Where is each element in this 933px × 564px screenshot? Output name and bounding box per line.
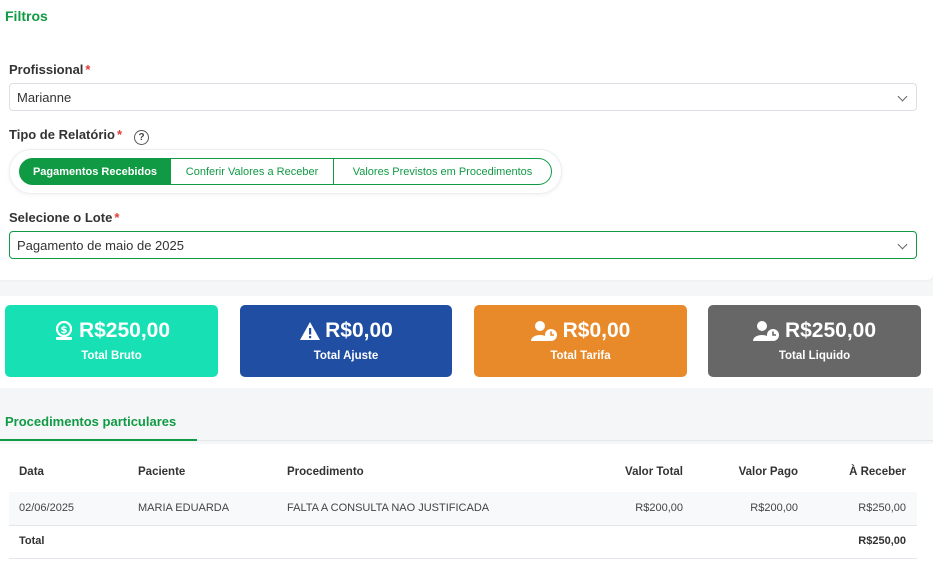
summary-cards: $ R$250,00 Total Bruto R$0,00 Total Ajus… — [0, 296, 933, 388]
required-marker: * — [116, 127, 122, 142]
column-header-valor-pago: Valor Pago — [738, 466, 798, 478]
chevron-down-icon — [897, 91, 908, 102]
tipo-relatorio-label-text: Tipo de Relatório — [9, 127, 115, 142]
lote-select[interactable]: Pagamento de maio de 2025 — [9, 231, 917, 259]
column-header-valor-total: Valor Total — [625, 466, 683, 478]
profissional-select-value: Marianne — [17, 89, 72, 105]
cell-valor-pago: R$200,00 — [750, 502, 798, 514]
total-divider — [9, 558, 917, 559]
money-bag-icon: $ — [55, 320, 73, 340]
total-ajuste-value: R$0,00 — [325, 319, 393, 342]
lote-label-text: Selecione o Lote — [9, 210, 113, 225]
column-header-procedimento: Procedimento — [287, 466, 364, 478]
cell-procedimento: FALTA A CONSULTA NAO JUSTIFICADA — [287, 502, 490, 514]
tipo-relatorio-label: Tipo de Relatório * — [9, 127, 122, 142]
total-bruto-card: $ R$250,00 Total Bruto — [5, 305, 218, 377]
filters-card: Filtros Profissional * Marianne Tipo de R… — [0, 0, 933, 280]
total-liquido-label: Total Liquido — [778, 350, 851, 362]
warning-icon — [300, 322, 321, 340]
chevron-down-icon — [897, 239, 908, 250]
required-marker: * — [85, 62, 91, 77]
cell-valor-total: R$200,00 — [635, 502, 683, 514]
total-tarifa-label: Total Tarifa — [550, 350, 611, 362]
total-bruto-label: Total Bruto — [81, 350, 142, 362]
required-marker: * — [114, 210, 120, 225]
cell-paciente: MARIA EDUARDA — [138, 502, 230, 514]
lote-select-value: Pagamento de maio de 2025 — [17, 237, 184, 253]
active-tab-indicator — [0, 439, 197, 441]
report-type-segment: Pagamentos Recebidos Conferir Valores a … — [19, 158, 552, 185]
total-row-value: R$250,00 — [858, 535, 906, 547]
total-ajuste-label: Total Ajuste — [313, 350, 379, 362]
cell-data: 02/06/2025 — [19, 502, 75, 514]
profissional-label-text: Profissional — [9, 62, 84, 77]
lote-label: Selecione o Lote * — [9, 210, 119, 225]
column-header-data: Data — [19, 466, 44, 478]
profissional-label: Profissional * — [9, 62, 90, 77]
report-type-segment-container: Pagamentos Recebidos Conferir Valores a … — [9, 149, 562, 194]
help-icon[interactable]: ? — [134, 130, 149, 145]
tab-procedimentos-particulares[interactable]: Procedimentos particulares — [5, 414, 176, 429]
column-header-paciente: Paciente — [138, 466, 186, 478]
row-divider — [9, 525, 917, 526]
total-tarifa-value: R$0,00 — [562, 319, 631, 342]
total-bruto-value: R$250,00 — [78, 319, 171, 342]
segment-conferir-valores[interactable]: Conferir Valores a Receber — [170, 158, 334, 185]
total-liquido-card: R$250,00 Total Liquido — [708, 305, 921, 377]
profissional-select[interactable]: Marianne — [9, 83, 917, 111]
user-clock-icon — [530, 321, 557, 341]
total-tarifa-card: R$0,00 Total Tarifa — [474, 305, 687, 377]
cell-a-receber: R$250,00 — [858, 502, 906, 514]
total-bruto-value-row: $ R$250,00 — [5, 319, 218, 343]
segment-pagamentos-recebidos[interactable]: Pagamentos Recebidos — [19, 158, 171, 185]
filters-title: Filtros — [5, 8, 48, 24]
column-header-a-receber: À Receber — [849, 466, 906, 478]
total-liquido-value: R$250,00 — [784, 319, 877, 342]
user-clock-icon — [752, 321, 779, 341]
svg-text:$: $ — [60, 325, 67, 336]
segment-valores-previstos[interactable]: Valores Previstos em Procedimentos — [333, 158, 552, 185]
total-ajuste-value-row: R$0,00 — [240, 319, 452, 343]
total-ajuste-card: R$0,00 Total Ajuste — [240, 305, 452, 377]
total-tarifa-value-row: R$0,00 — [474, 319, 687, 343]
total-liquido-value-row: R$250,00 — [708, 319, 921, 343]
total-row-label: Total — [19, 535, 45, 547]
